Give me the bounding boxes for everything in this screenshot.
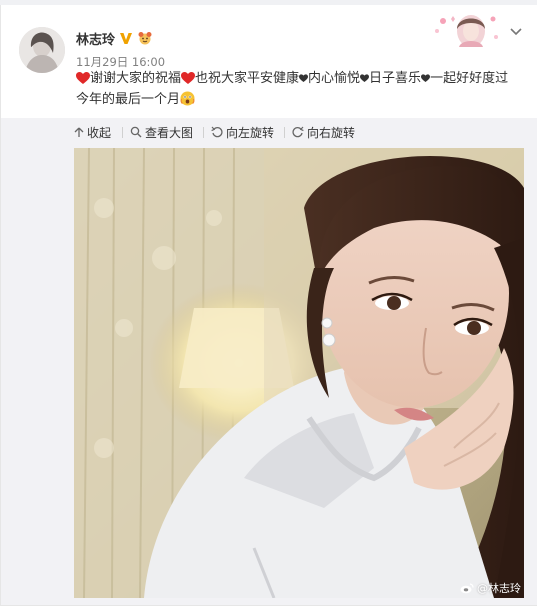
collapse-label: 收起 <box>87 125 112 140</box>
shocked-face-icon <box>180 91 195 106</box>
arrow-up-icon <box>74 127 84 137</box>
chevron-down-icon[interactable] <box>509 27 523 37</box>
post-text-part: 一起好好度过 <box>430 71 509 86</box>
weibo-post-card: 林志玲 11月29日 16:00 谢谢大家的祝福也祝大家平安健康 内心愉悦 日子… <box>0 5 537 614</box>
rotate-right-icon <box>292 126 304 138</box>
view-large-button[interactable]: 查看大图 <box>130 118 193 146</box>
red-heart-icon <box>76 71 90 84</box>
post-header: 林志玲 11月29日 16:00 <box>76 29 165 70</box>
photo-area <box>1 146 537 610</box>
rotate-right-label: 向右旋转 <box>307 125 356 140</box>
toolbar-divider <box>122 127 123 138</box>
magnifier-icon <box>130 126 142 138</box>
black-heart-icon <box>421 73 431 82</box>
post-text-part: 也祝大家平安健康 <box>195 71 300 86</box>
selfie-photo-illustration <box>74 148 524 598</box>
red-heart-icon <box>181 71 196 84</box>
member-emoji-icon[interactable] <box>137 31 153 45</box>
avatar-image <box>19 27 65 73</box>
card-skin-decoration <box>435 15 498 47</box>
black-heart-icon <box>360 73 370 82</box>
post-text-part: 谢谢大家的祝福 <box>90 71 182 86</box>
username[interactable]: 林志玲 <box>76 29 115 48</box>
post-timestamp[interactable]: 11月29日 16:00 <box>76 54 165 70</box>
post-text: 谢谢大家的祝福 也祝大家平安健康 内心愉悦 日子喜乐 一起好好度过今年的最后一个月 <box>76 69 516 110</box>
rotate-left-label: 向左旋转 <box>226 125 275 140</box>
black-heart-icon <box>299 73 309 82</box>
post-text-part: 今年的最后一个月 <box>76 91 181 107</box>
avatar[interactable] <box>19 27 65 73</box>
image-watermark: @林志玲 <box>460 580 521 596</box>
rotate-left-button[interactable]: 向左旋转 <box>211 118 274 146</box>
post-photo[interactable] <box>74 148 524 598</box>
collapse-button[interactable]: 收起 <box>74 118 111 146</box>
verified-v-icon[interactable] <box>119 31 133 45</box>
toolbar-divider <box>284 127 285 138</box>
post-text-part: 日子喜乐 <box>369 71 422 86</box>
rotate-right-button[interactable]: 向右旋转 <box>292 118 355 146</box>
action-bar-edge <box>0 605 537 614</box>
name-row: 林志玲 <box>76 29 165 48</box>
post-text-part: 内心愉悦 <box>308 71 361 86</box>
view-large-label: 查看大图 <box>145 125 194 140</box>
rotate-left-icon <box>211 126 223 138</box>
image-toolbar: 收起 查看大图 向左旋转 向右旋转 <box>1 118 537 146</box>
toolbar-divider <box>203 127 204 138</box>
weibo-logo-icon <box>460 583 474 594</box>
watermark-text: @林志玲 <box>477 582 521 595</box>
